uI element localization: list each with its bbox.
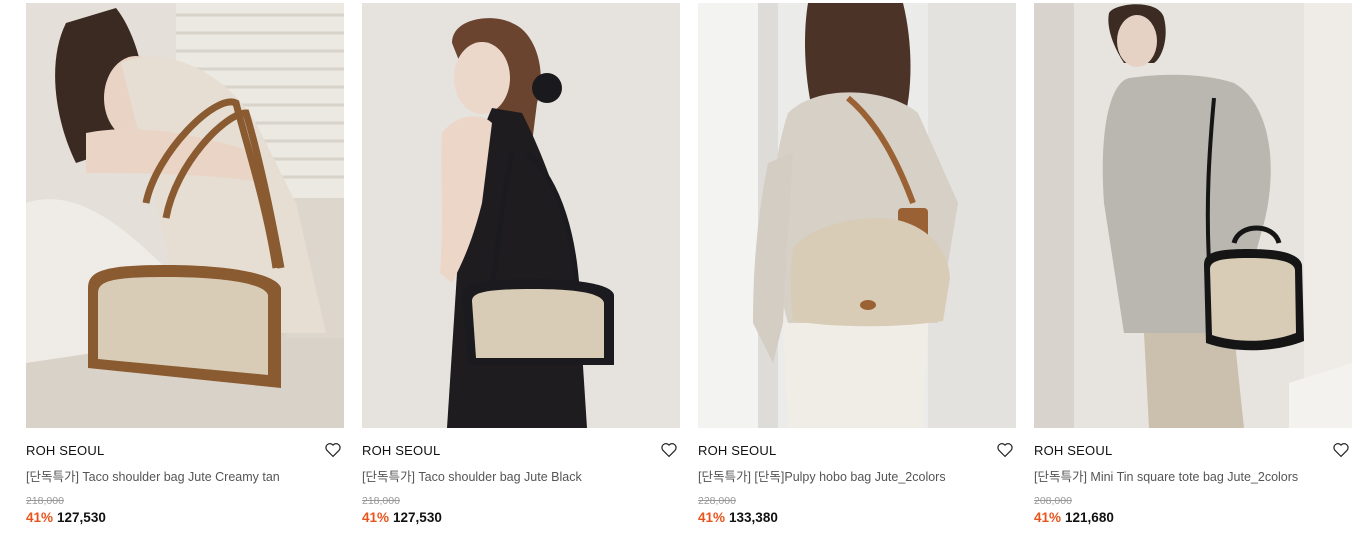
brand-name[interactable]: ROH SEOUL — [1034, 443, 1112, 458]
original-price: 228,000 — [698, 495, 736, 507]
heart-outline-icon[interactable] — [660, 441, 678, 459]
heart-outline-icon[interactable] — [996, 441, 1014, 459]
discount-rate: 41% — [362, 510, 390, 525]
original-price: 218,000 — [26, 495, 64, 507]
product-name[interactable]: [단독특가] Taco shoulder bag Jute Creamy tan — [26, 466, 344, 485]
product-name[interactable]: [단독특가] Taco shoulder bag Jute Black — [362, 466, 680, 485]
discount-rate: 41% — [698, 510, 726, 525]
product-name[interactable]: [단독특가] Mini Tin square tote bag Jute_2co… — [1034, 466, 1352, 485]
brand-name[interactable]: ROH SEOUL — [362, 443, 440, 458]
product-name[interactable]: [단독특가] [단독]Pulpy hobo bag Jute_2colors — [698, 466, 1016, 485]
product-image[interactable] — [1034, 3, 1352, 428]
product-card[interactable]: ROH SEOUL [단독특가] Taco shoulder bag Jute … — [362, 3, 680, 525]
heart-outline-icon[interactable] — [1332, 441, 1350, 459]
original-price: 208,000 — [1034, 495, 1072, 507]
product-image[interactable] — [362, 3, 680, 428]
price-row: 41% 127,530 — [362, 510, 680, 525]
product-photo-illustration — [26, 3, 344, 428]
heart-outline-icon[interactable] — [324, 441, 342, 459]
price-row: 41% 121,680 — [1034, 510, 1352, 525]
price-row: 41% 127,530 — [26, 510, 344, 525]
original-price: 218,000 — [362, 495, 400, 507]
product-card[interactable]: ROH SEOUL [단독특가] [단독]Pulpy hobo bag Jute… — [698, 3, 1016, 525]
sale-price: 133,380 — [729, 510, 778, 525]
product-photo-illustration — [362, 3, 680, 428]
discount-rate: 41% — [1034, 510, 1062, 525]
sale-price: 127,530 — [57, 510, 106, 525]
product-card[interactable]: ROH SEOUL [단독특가] Mini Tin square tote ba… — [1034, 3, 1352, 525]
product-card[interactable]: ROH SEOUL [단독특가] Taco shoulder bag Jute … — [26, 3, 344, 525]
product-image[interactable] — [26, 3, 344, 428]
sale-price: 127,530 — [393, 510, 442, 525]
product-image[interactable] — [698, 3, 1016, 428]
discount-rate: 41% — [26, 510, 54, 525]
price-row: 41% 133,380 — [698, 510, 1016, 525]
brand-name[interactable]: ROH SEOUL — [26, 443, 104, 458]
sale-price: 121,680 — [1065, 510, 1114, 525]
product-photo-illustration — [698, 3, 1016, 428]
product-grid: ROH SEOUL [단독특가] Taco shoulder bag Jute … — [26, 3, 1352, 525]
brand-name[interactable]: ROH SEOUL — [698, 443, 776, 458]
product-photo-illustration — [1034, 3, 1352, 428]
